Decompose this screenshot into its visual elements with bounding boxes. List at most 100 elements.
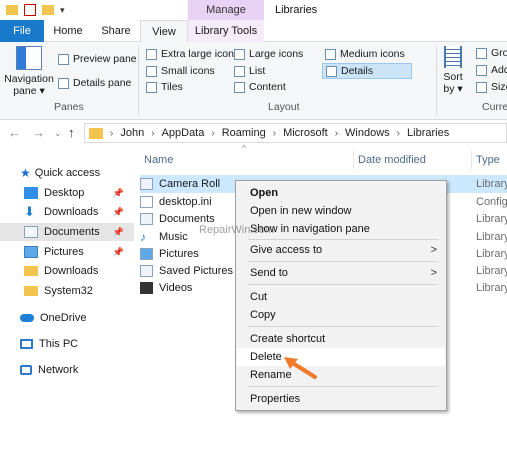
details-option[interactable]: Details — [322, 63, 412, 79]
breadcrumb-item[interactable]: John — [120, 127, 144, 139]
tab-library-tools[interactable]: Library Tools — [188, 20, 264, 42]
sort-label-2: by ▾ — [443, 83, 463, 95]
extra-large-icons-option[interactable]: Extra large icons — [146, 48, 239, 60]
library-icon — [140, 178, 153, 190]
menu-item-rename[interactable]: Rename — [237, 366, 445, 384]
tab-view[interactable]: View — [140, 20, 188, 43]
network-icon — [20, 365, 32, 375]
tiles-option[interactable]: Tiles — [146, 81, 183, 93]
menu-item-open-new-window[interactable]: Open in new window — [237, 202, 445, 220]
size-columns-icon — [476, 81, 487, 93]
nav-item-documents[interactable]: Documents 📌 — [0, 223, 134, 241]
group-by-icon — [476, 47, 487, 59]
extra-large-icons-icon — [146, 48, 157, 60]
nav-quick-access[interactable]: ★ Quick access — [0, 164, 134, 182]
column-header-date-modified[interactable]: Date modified — [358, 154, 426, 166]
up-arrow-icon[interactable]: ↑ — [68, 125, 75, 140]
column-divider[interactable] — [353, 151, 354, 169]
chevron-down-icon[interactable]: ▾ — [60, 5, 65, 16]
sort-by-button[interactable]: Sort by ▾ — [441, 46, 465, 95]
navigation-pane-button[interactable]: Navigation pane ▾ — [4, 46, 54, 97]
group-by-label: Grou — [491, 47, 507, 59]
breadcrumb-item[interactable]: Roaming — [222, 127, 266, 139]
breadcrumb-item[interactable]: AppData — [162, 127, 205, 139]
address-bar[interactable]: › John › AppData › Roaming › Microsoft ›… — [84, 123, 507, 143]
nav-item-downloads[interactable]: ⬇ Downloads 📌 — [0, 203, 134, 221]
menu-item-create-shortcut[interactable]: Create shortcut — [237, 330, 445, 348]
breadcrumb-chevron-icon[interactable]: › — [211, 128, 214, 139]
large-icons-icon — [234, 48, 245, 60]
file-name: desktop.ini — [159, 196, 212, 208]
menu-item-open[interactable]: Open — [237, 184, 445, 202]
desktop-icon — [24, 187, 38, 199]
file-name: Camera Roll — [159, 178, 221, 190]
nav-label: Pictures — [44, 246, 84, 258]
back-arrow-icon[interactable]: ← — [8, 125, 21, 140]
pin-icon: 📌 — [112, 187, 124, 198]
ribbon: Navigation pane ▾ Preview pane Details p… — [0, 42, 507, 120]
nav-item-downloads-folder[interactable]: Downloads — [0, 262, 134, 280]
tab-share[interactable]: Share — [96, 20, 136, 42]
menu-item-label: Send to — [250, 267, 288, 279]
content-option[interactable]: Content — [234, 81, 286, 93]
nav-label: Network — [38, 364, 79, 376]
details-pane-button[interactable]: Details pane — [58, 77, 131, 89]
medium-icons-option[interactable]: Medium icons — [325, 48, 405, 60]
details-icon — [326, 65, 337, 77]
nav-label: This PC — [39, 338, 79, 350]
breadcrumb-item[interactable]: Libraries — [407, 127, 449, 139]
column-header-type[interactable]: Type — [476, 154, 500, 166]
column-divider[interactable] — [471, 151, 472, 169]
folder-icon[interactable] — [6, 5, 18, 15]
nav-item-desktop[interactable]: Desktop 📌 — [0, 184, 134, 202]
column-header-name[interactable]: Name — [144, 154, 173, 166]
file-type: Library — [476, 231, 507, 243]
nav-label: Documents — [44, 226, 100, 238]
file-type: Library — [476, 178, 507, 190]
file-type: Library — [476, 265, 507, 277]
new-folder-icon[interactable] — [42, 5, 54, 15]
small-icons-option[interactable]: Small icons — [146, 65, 215, 77]
breadcrumb-item[interactable]: Windows — [345, 127, 390, 139]
breadcrumb-chevron-icon[interactable]: › — [110, 128, 113, 139]
menu-item-give-access-to[interactable]: Give access to > — [237, 241, 445, 259]
properties-icon[interactable] — [24, 4, 36, 16]
breadcrumb-chevron-icon[interactable]: › — [151, 128, 154, 139]
navigation-pane-icon — [16, 46, 42, 70]
breadcrumb-chevron-icon[interactable]: › — [335, 128, 338, 139]
breadcrumb-chevron-icon[interactable]: › — [397, 128, 400, 139]
menu-item-delete[interactable]: Delete — [237, 348, 445, 366]
forward-arrow-icon[interactable]: → — [32, 125, 45, 140]
download-arrow-icon: ⬇ — [24, 204, 35, 219]
group-by-button[interactable]: Grou — [476, 47, 507, 59]
add-columns-button[interactable]: Add — [476, 64, 507, 76]
nav-label: Desktop — [44, 187, 85, 199]
nav-onedrive[interactable]: OneDrive — [0, 309, 134, 327]
nav-this-pc[interactable]: This PC — [0, 335, 134, 353]
breadcrumb-chevron-icon[interactable]: › — [273, 128, 276, 139]
pictures-icon — [24, 246, 38, 258]
size-columns-button[interactable]: Size — [476, 81, 507, 93]
breadcrumb-item[interactable]: Microsoft — [283, 127, 328, 139]
music-note-icon: ♪ — [140, 230, 146, 244]
nav-item-pictures[interactable]: Pictures 📌 — [0, 243, 134, 261]
nav-item-system32[interactable]: System32 — [0, 282, 134, 300]
settings-file-icon — [140, 196, 153, 208]
watermark: RepairWin.com — [199, 224, 275, 236]
tab-home[interactable]: Home — [48, 20, 88, 42]
manage-tab[interactable]: Manage — [188, 0, 264, 22]
list-option[interactable]: List — [234, 65, 265, 77]
menu-item-properties[interactable]: Properties — [237, 390, 445, 408]
nav-network[interactable]: Network — [0, 361, 134, 379]
quick-access-toolbar: ▾ — [6, 4, 65, 16]
file-name: Videos — [159, 282, 193, 294]
large-icons-option[interactable]: Large icons — [234, 48, 303, 60]
file-type: Library — [476, 213, 507, 225]
recent-locations-chevron-icon[interactable]: ⌄ — [54, 128, 62, 139]
tab-file[interactable]: File — [0, 20, 44, 42]
menu-item-send-to[interactable]: Send to > — [237, 264, 445, 282]
menu-item-copy[interactable]: Copy — [237, 306, 445, 324]
small-icons-label: Small icons — [161, 65, 215, 77]
menu-item-cut[interactable]: Cut — [237, 288, 445, 306]
preview-pane-button[interactable]: Preview pane — [58, 53, 137, 65]
